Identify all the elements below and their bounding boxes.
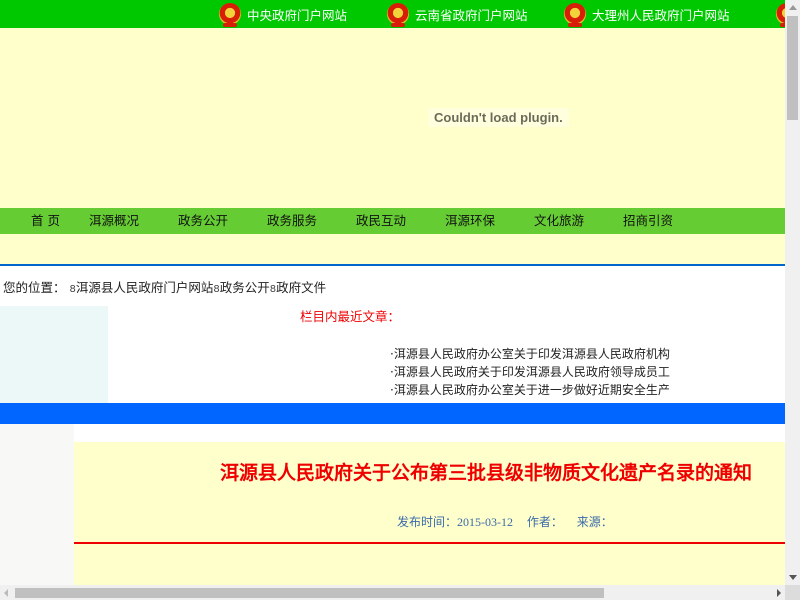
top-link-label: 云南省政府门户网站 [415, 7, 528, 23]
breadcrumb-gov-affairs[interactable]: 政务公开 [220, 280, 270, 295]
scroll-down-arrow-icon[interactable] [789, 575, 797, 580]
top-link-label: 中央政府门户网站 [247, 7, 348, 23]
horizontal-scrollbar[interactable] [0, 585, 785, 600]
source-label: 来源： [576, 515, 613, 529]
breadcrumb-label: 您的位置： [3, 280, 66, 295]
scroll-up-arrow-icon[interactable] [789, 5, 797, 10]
publish-time-label: 发布时间： [397, 515, 458, 529]
nav-gov-affairs[interactable]: 政务公开 [178, 208, 228, 234]
article-meta: 发布时间：2015-03-12 作者： 来源： [397, 513, 619, 530]
author-label: 作者： [526, 515, 563, 529]
left-panel [0, 306, 108, 403]
recent-article-link[interactable]: ·洱源县人民政府办公室关于进一步做好近期安全生产 [390, 381, 670, 399]
nav-subband [0, 234, 785, 264]
divider [0, 264, 785, 266]
nav-interaction[interactable]: 政民互动 [356, 208, 406, 234]
recent-articles-list: ·洱源县人民政府办公室关于印发洱源县人民政府机构 ·洱源县人民政府关于印发洱源县… [390, 345, 670, 399]
nav-environment[interactable]: 洱源环保 [445, 208, 495, 234]
scroll-right-arrow-icon[interactable] [777, 589, 781, 597]
plugin-error-message: Couldn't load plugin. [428, 108, 569, 127]
scroll-left-arrow-icon[interactable] [4, 589, 8, 597]
breadcrumb-gov-documents[interactable]: 政府文件 [276, 280, 326, 295]
nav-overview[interactable]: 洱源概况 [89, 208, 139, 234]
national-emblem-icon [387, 3, 409, 27]
top-link-yunnan-gov[interactable]: 云南省政府门户网站 [387, 0, 528, 28]
recent-article-link[interactable]: ·洱源县人民政府关于印发洱源县人民政府领导成员工 [390, 363, 670, 381]
scrollbar-corner [785, 585, 800, 600]
nav-home[interactable]: 首 页 [31, 208, 60, 234]
vertical-scroll-thumb[interactable] [787, 16, 798, 120]
top-link-dali-gov[interactable]: 大理州人民政府门户网站 [564, 0, 730, 28]
nav-gov-services[interactable]: 政务服务 [267, 208, 317, 234]
recent-article-link[interactable]: ·洱源县人民政府办公室关于印发洱源县人民政府机构 [390, 345, 670, 363]
top-link-central-gov[interactable]: 中央政府门户网站 [219, 0, 347, 28]
page-viewport: Couldn't load plugin. 首 页 洱源概况 政务公开 政务服务… [0, 0, 785, 585]
publish-date: 2015-03-12 [457, 515, 514, 529]
breadcrumb: 您的位置： 8洱源县人民政府门户网站8政务公开8政府文件 [3, 277, 326, 296]
banner-plugin-area: Couldn't load plugin. [0, 28, 785, 208]
article-title: 洱源县人民政府关于公布第三批县级非物质文化遗产名录的通知 [220, 462, 753, 484]
left-column [0, 424, 74, 585]
national-emblem-icon [219, 3, 241, 27]
blue-divider-band [0, 403, 785, 424]
vertical-scrollbar[interactable] [785, 0, 800, 585]
recent-articles-title: 栏目内最近文章： [300, 309, 401, 324]
nav-investment[interactable]: 招商引资 [623, 208, 673, 234]
nav-culture-tourism[interactable]: 文化旅游 [534, 208, 584, 234]
top-link-label: 大理州人民政府门户网站 [592, 7, 730, 23]
article-panel: 洱源县人民政府关于公布第三批县级非物质文化遗产名录的通知 发布时间：2015-0… [74, 442, 785, 585]
national-emblem-icon [564, 3, 586, 27]
breadcrumb-home[interactable]: 洱源县人民政府门户网站 [76, 280, 214, 295]
main-nav: 首 页 洱源概况 政务公开 政务服务 政民互动 洱源环保 文化旅游 招商引资 [0, 208, 785, 234]
top-links-bar: 中央政府门户网站 云南省政府门户网站 大理州人民政府门户网站 [0, 0, 800, 28]
article-divider [74, 542, 785, 544]
horizontal-scroll-thumb[interactable] [15, 588, 604, 598]
